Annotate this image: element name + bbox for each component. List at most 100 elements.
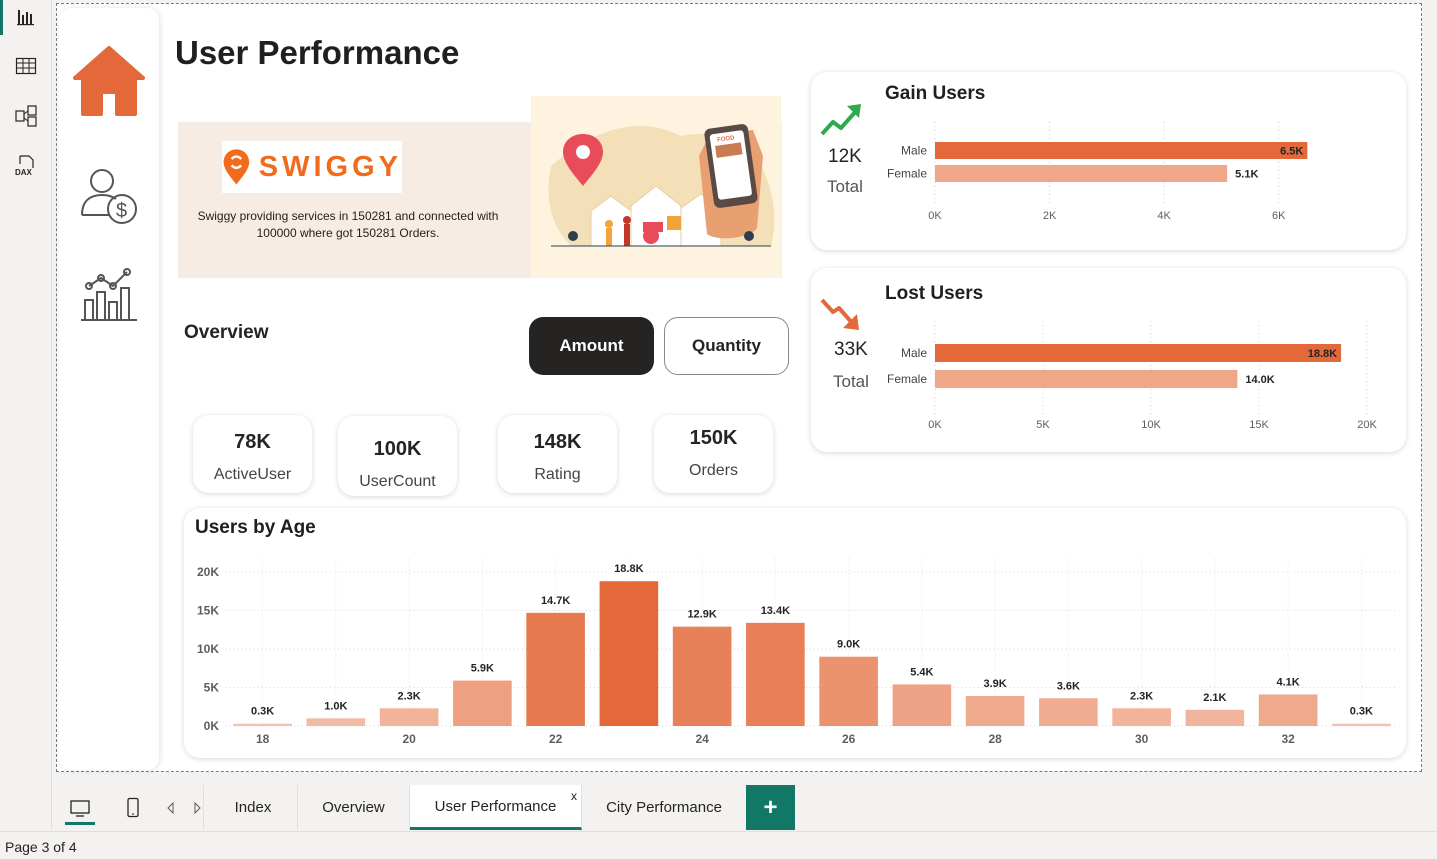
lost-users-chart: 0K 5K 10K 15K 20K Male 18.8K Female 14.0K (887, 321, 1377, 431)
home-icon[interactable] (73, 44, 145, 116)
data-label: 14.7K (541, 595, 570, 607)
bar-age-30 (1112, 708, 1171, 726)
report-view-icon[interactable] (0, 0, 52, 37)
x-tick-label: 15K (1249, 419, 1269, 431)
delivery-illustration: FOOD (531, 96, 781, 278)
bar-age-21 (453, 680, 512, 726)
kpi-card-active-user: 78K ActiveUser (193, 415, 312, 493)
data-label: 3.9K (984, 678, 1007, 690)
y-tick-label: 5K (204, 681, 220, 695)
bar-age-31 (1185, 709, 1245, 726)
y-tick-label: 0K (204, 719, 220, 733)
table-view-icon[interactable] (0, 46, 52, 86)
gain-users-chart: 0K 2K 4K 6K Male 6.5K Female 5.1K (887, 122, 1308, 222)
desktop-layout-icon[interactable] (58, 785, 102, 830)
tab-city-performance[interactable]: City Performance (582, 785, 746, 830)
data-label: 9.0K (837, 639, 860, 651)
view-rail: DAX (0, 0, 52, 830)
status-bar: Page 3 of 4 (0, 831, 1437, 859)
tab-user-performance-label: User Performance (434, 797, 557, 815)
banner-description-line1: Swiggy providing services in 150281 and … (197, 209, 499, 223)
add-page-button[interactable]: + (746, 785, 795, 830)
amount-toggle-button[interactable]: Amount (529, 317, 654, 375)
tab-scroll-right-icon[interactable] (190, 785, 204, 830)
svg-text:$: $ (116, 200, 127, 222)
y-tick-label: 20K (197, 565, 219, 579)
banner-description-line2: 100000 where got 150281 Orders. (256, 226, 440, 240)
tab-close-icon[interactable]: x (571, 789, 577, 803)
bar-age-20 (379, 708, 439, 726)
kpi-card-user-count: 100K UserCount (338, 416, 457, 496)
app-window: DAX $ User Performance SWIGGY Swiggy pro… (0, 0, 1437, 859)
kpi-value: 100K (373, 438, 422, 460)
tab-user-performance[interactable]: User Performance x (410, 785, 582, 830)
y-tick-label: 15K (197, 604, 219, 618)
gain-users-card: Gain Users 12K Total 0K 2K 4K 6K Male 6.5K Fem… (811, 72, 1406, 250)
users-by-age-card: Users by Age 0K 5K 10K 15K 20K 0.3K 18 1.0K 2.3K… (184, 508, 1406, 758)
category-label: Female (887, 167, 927, 181)
x-tick-label: 4K (1157, 210, 1171, 222)
tab-scroll-left-icon[interactable] (164, 785, 178, 830)
category-label: Female (887, 372, 927, 386)
x-tick-label: 5K (1036, 419, 1050, 431)
tab-index[interactable]: Index (209, 785, 298, 830)
logo-text: SWIGGY (258, 150, 402, 183)
banner-description: Swiggy providing services in 150281 and … (178, 208, 518, 242)
user-money-icon[interactable]: $ (73, 160, 145, 232)
lost-users-total: 33K (834, 339, 868, 360)
x-tick-label: 0K (928, 210, 942, 222)
x-tick-label: 10K (1141, 419, 1161, 431)
gain-users-title: Gain Users (885, 83, 986, 104)
bar-male (935, 344, 1342, 362)
data-label: 1.0K (324, 700, 347, 712)
data-label: 13.4K (761, 605, 790, 617)
overview-title: Overview (184, 322, 269, 343)
kpi-label: Orders (689, 462, 738, 479)
data-label: 0.3K (1350, 706, 1373, 718)
kpi-label: Rating (534, 466, 581, 483)
kpi-value: 78K (234, 431, 271, 453)
bar-age-26 (819, 656, 878, 726)
bar-female (935, 370, 1238, 388)
data-label: 5.9K (471, 663, 494, 675)
bar-age-18 (233, 723, 292, 726)
data-label: 2.3K (1130, 690, 1153, 702)
kpi-card-rating: 148K Rating (498, 415, 617, 493)
gain-users-total-label: Total (827, 177, 863, 196)
x-tick-label: 24 (695, 732, 709, 746)
data-label: 12.9K (687, 609, 716, 621)
model-view-icon[interactable] (0, 96, 52, 136)
bar-male (935, 142, 1308, 159)
dax-label: DAX (15, 168, 33, 177)
bar-age-33 (1332, 723, 1391, 726)
dax-query-icon[interactable]: DAX (0, 146, 52, 186)
bar-age-27 (892, 684, 952, 726)
mobile-layout-icon[interactable] (118, 785, 148, 830)
page-tab-bar: Index Overview User Performance x City P… (52, 785, 1437, 830)
data-label: 5.1K (1235, 169, 1258, 181)
bar-age-28 (965, 695, 1025, 726)
lost-users-total-label: Total (833, 372, 869, 391)
bar-age-23 (599, 581, 659, 726)
kpi-label: ActiveUser (213, 466, 292, 483)
x-tick-label: 20 (402, 732, 416, 746)
bar-female (935, 165, 1228, 182)
kpi-value: 150K (689, 427, 738, 449)
data-label: 18.8K (614, 563, 643, 575)
x-tick-label: 28 (988, 732, 1002, 746)
bar-age-22 (526, 612, 585, 726)
category-label: Male (901, 346, 927, 360)
kpi-card-orders: 150K Orders (654, 415, 773, 493)
trend-up-icon (820, 104, 861, 136)
data-label: 14.0K (1245, 374, 1274, 386)
data-label: 18.8K (1308, 348, 1337, 360)
chart-growth-icon[interactable] (73, 258, 145, 330)
quantity-toggle-button[interactable]: Quantity (664, 317, 789, 375)
page-info: Page 3 of 4 (5, 839, 77, 855)
kpi-label: UserCount (359, 473, 436, 490)
data-label: 0.3K (251, 706, 274, 718)
category-label: Male (901, 144, 927, 158)
data-label: 4.1K (1277, 676, 1300, 688)
tab-overview[interactable]: Overview (298, 785, 410, 830)
bar-age-29 (1039, 698, 1098, 726)
